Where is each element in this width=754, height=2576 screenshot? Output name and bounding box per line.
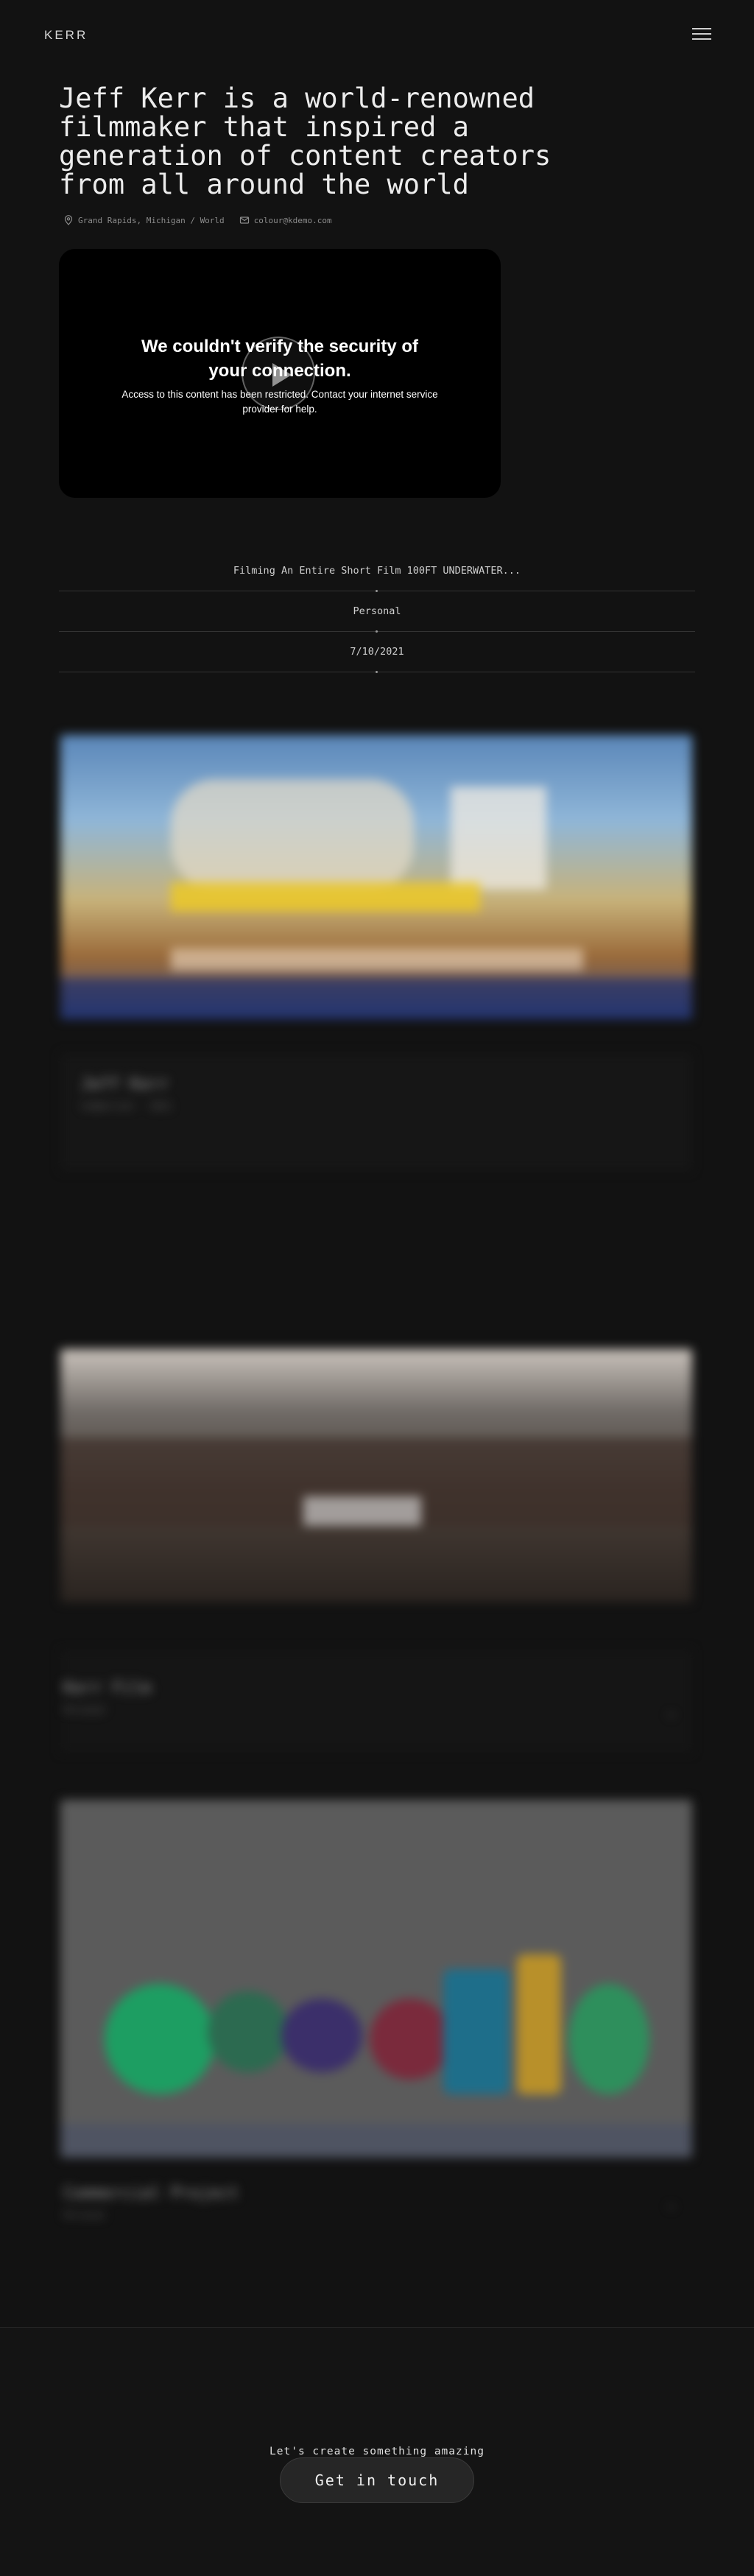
map-pin-icon: [64, 215, 73, 225]
thumbnail-shape: [171, 949, 583, 971]
project-subtitle: Commercial · 2021: [81, 1101, 172, 1111]
thumbnail-shape: [105, 1984, 215, 2094]
thumbnail-shape: [60, 2124, 692, 2158]
project-thumbnail-3[interactable]: [60, 1800, 692, 2158]
site-header: KERR: [0, 0, 754, 74]
arrow-right-icon[interactable]: →: [667, 1707, 674, 1721]
arrow-right-icon[interactable]: →: [667, 2199, 674, 2213]
project-card-3[interactable]: Commercial Project Personal: [63, 2184, 239, 2220]
project-date-row: 7/10/2021: [59, 632, 695, 673]
location-text: Grand Rapids, Michigan / World: [78, 215, 225, 225]
thumbnail-shape: [517, 1954, 561, 2094]
thumbnail-shape: [451, 786, 546, 890]
footer-tagline: Let's create something amazing: [269, 2446, 485, 2457]
email-item[interactable]: colour@kdemo.com: [239, 215, 332, 225]
menu-line: [692, 28, 711, 29]
project-card-2[interactable]: Kerr Film Personal: [63, 1679, 151, 1715]
site-footer: Let's create something amazing Get in to…: [0, 2327, 754, 2576]
project-subtitle: Personal: [63, 2210, 106, 2220]
project-title: Kerr Film: [63, 1679, 152, 1697]
thumbnail-shape: [171, 882, 480, 912]
email-link[interactable]: colour@kdemo.com: [254, 216, 332, 225]
project-subtitle: Personal: [63, 1705, 106, 1715]
thumbnail-shape: [281, 1999, 362, 2072]
video-player[interactable]: We couldn't verify the security of your …: [59, 249, 501, 498]
thumbnail-shape: [303, 1496, 421, 1526]
thumbnail-shape: [370, 1999, 451, 2080]
mail-icon: [239, 217, 249, 224]
thumbnail-shape: [443, 1969, 510, 2094]
project-card-1[interactable]: Jeff Kerr Commercial · 2021: [81, 1075, 172, 1111]
contact-meta: Grand Rapids, Michigan / World colour@kd…: [63, 215, 332, 225]
project-title: Commercial Project: [63, 2184, 239, 2203]
get-in-touch-button[interactable]: Get in touch: [280, 2457, 474, 2503]
project-card-panel: [60, 1650, 692, 1753]
menu-line: [692, 38, 711, 40]
thumbnail-shape: [568, 1984, 649, 2094]
project-thumbnail-2[interactable]: [60, 1349, 692, 1602]
project-title: Jeff Kerr: [81, 1075, 169, 1094]
project-category-row: Personal: [59, 591, 695, 633]
thumbnail-shape: [208, 1991, 289, 2072]
site-logo[interactable]: KERR: [44, 28, 88, 43]
project-thumbnail-1[interactable]: [60, 735, 692, 1019]
play-icon[interactable]: [242, 337, 315, 410]
location-item: Grand Rapids, Michigan / World: [63, 215, 225, 225]
menu-line: [692, 33, 711, 35]
project-card-panel: [60, 1053, 692, 1171]
project-info-list: Filming An Entire Short Film 100FT UNDER…: [59, 551, 695, 673]
project-title-row: Filming An Entire Short Film 100FT UNDER…: [59, 551, 695, 592]
thumbnail-shape: [171, 779, 414, 890]
hamburger-menu-icon[interactable]: [692, 28, 711, 41]
thumbnail-shape: [60, 978, 692, 1019]
hero-title: Jeff Kerr is a world-renowned filmmaker …: [59, 82, 552, 200]
